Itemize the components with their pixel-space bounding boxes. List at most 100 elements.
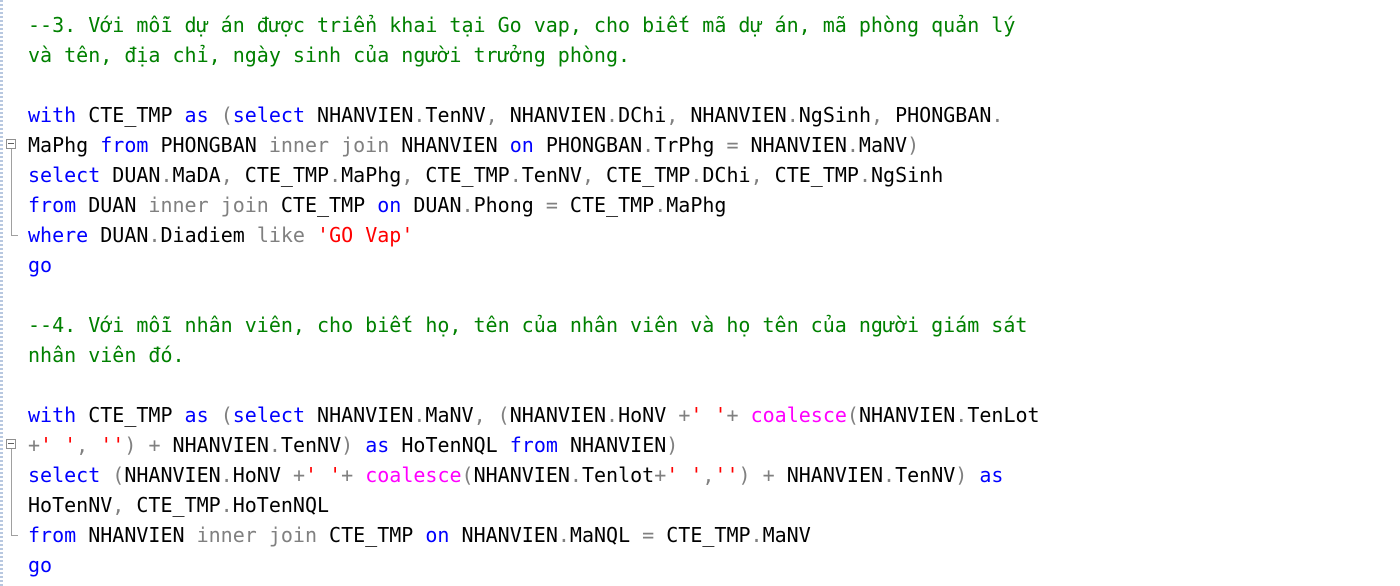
code-token: , [581,163,595,187]
sql-query-editor[interactable]: --3. Với mỗi dự án được triển khai tại G… [0,0,1400,586]
code-token: CTE_TMP [557,193,655,217]
code-line[interactable]: và tên, địa chỉ, ngày sinh của người trư… [0,40,1400,70]
code-text: và tên, địa chỉ, ngày sinh của người trư… [28,40,630,70]
code-line[interactable] [0,280,1400,310]
code-token: ) [907,133,920,157]
code-line[interactable] [0,70,1400,100]
code-token: ' ' [690,403,727,427]
code-token: ( [112,463,125,487]
code-token: . [883,463,896,487]
code-text: --4. Với mỗi nhân viên, cho biết họ, tên… [28,310,1027,340]
code-token: from [509,433,558,457]
code-line[interactable]: where DUAN.Diadiem like 'GO Vap' [0,220,1400,250]
code-token: , [666,103,679,127]
code-token: = [545,193,558,217]
code-text: --3. Với mỗi dự án được triển khai tại G… [28,10,1015,40]
code-token: HoNV [232,463,293,487]
code-text: go [28,250,52,280]
code-line[interactable]: with CTE_TMP as (select NHANVIEN.TenNV, … [0,100,1400,130]
code-token: inner join [196,523,318,547]
code-token: NHANVIEN [389,133,510,157]
code-token: HoTenNQL [232,493,330,517]
fold-collapse-icon[interactable] [6,439,16,449]
code-token: , [870,103,884,127]
code-token: NHANVIEN [304,103,414,127]
code-token: NHANVIEN [160,433,269,457]
code-token: DUAN [401,193,462,217]
code-token: + [148,433,161,457]
code-token: . [329,163,342,187]
code-token: DUAN [76,193,149,217]
code-token: + [28,433,41,457]
code-line[interactable]: from NHANVIEN inner join CTE_TMP on NHAN… [0,520,1400,550]
code-line[interactable] [0,370,1400,400]
code-token: . [569,463,582,487]
code-token: TenNV [280,433,342,457]
code-token: HoTenNV [28,493,113,517]
code-text: go [28,550,52,580]
code-token: , [76,433,89,457]
code-token: inner join [268,133,390,157]
code-token: . [509,163,522,187]
code-token: like [256,223,305,247]
fold-collapse-icon[interactable] [6,139,16,149]
code-token: PHONGBAN [148,133,269,157]
code-token: . [557,523,570,547]
code-line[interactable]: from DUAN inner join CTE_TMP on DUAN.Pho… [0,190,1400,220]
fold-guide-line [11,160,12,190]
code-token: NHANVIEN [449,523,558,547]
code-token: MaNV [425,403,474,427]
code-token: CTE_TMP [76,103,185,127]
code-token: , [485,103,498,127]
code-token: . [846,133,859,157]
code-token: , [702,463,715,487]
fold-guide-line [11,460,12,490]
code-line[interactable]: with CTE_TMP as (select NHANVIEN.MaNV, (… [0,400,1400,430]
code-line[interactable]: nhân viên đó. [0,340,1400,370]
code-token: + [292,463,305,487]
code-line[interactable]: select DUAN.MaDA, CTE_TMP.MaPhg, CTE_TMP… [0,160,1400,190]
code-token: TenNV [425,103,486,127]
code-token: . [268,433,281,457]
code-token: . [654,193,667,217]
code-token: ' ' [666,463,703,487]
code-token: . [955,403,968,427]
code-text: select (NHANVIEN.HoNV +' '+ coalesce(NHA… [28,460,1003,490]
code-token: ' ' [304,463,342,487]
code-token: '' [100,433,125,457]
code-token: , [112,493,125,517]
code-token: nhân viên đó. [28,343,185,367]
fold-guide-line [11,449,12,460]
code-text: +' ', '') + NHANVIEN.TenNV) as HoTenNQL … [28,430,678,460]
code-line[interactable]: MaPhg from PHONGBAN inner join NHANVIEN … [0,130,1400,160]
code-token: ( [497,403,510,427]
code-token: NgSinh [798,103,871,127]
code-token: NHANVIEN [678,103,787,127]
code-line[interactable]: HoTenNV, CTE_TMP.HoTenNQL [0,490,1400,520]
code-token: + [341,463,354,487]
code-line[interactable]: --4. Với mỗi nhân viên, cho biết họ, tên… [0,310,1400,340]
code-token: go [28,253,53,277]
code-area[interactable]: --3. Với mỗi dự án được triển khai tại G… [0,10,1400,580]
code-token: NHANVIEN [738,133,847,157]
code-token: coalesce [365,463,462,487]
code-token: select [28,463,101,487]
code-token: TenLot [967,403,1040,427]
code-token: NHANVIEN [774,463,884,487]
code-token: . [413,103,426,127]
code-line[interactable]: go [0,550,1400,580]
code-line[interactable]: go [0,250,1400,280]
code-token: --3. Với mỗi dự án được triển khai tại G… [28,13,1016,37]
code-line[interactable]: select (NHANVIEN.HoNV +' '+ coalesce(NHA… [0,460,1400,490]
code-line[interactable]: +' ', '') + NHANVIEN.TenNV) as HoTenNQL … [0,430,1400,460]
code-token: with [28,103,77,127]
code-line[interactable]: --3. Với mỗi dự án được triển khai tại G… [0,10,1400,40]
code-token: as [365,433,390,457]
